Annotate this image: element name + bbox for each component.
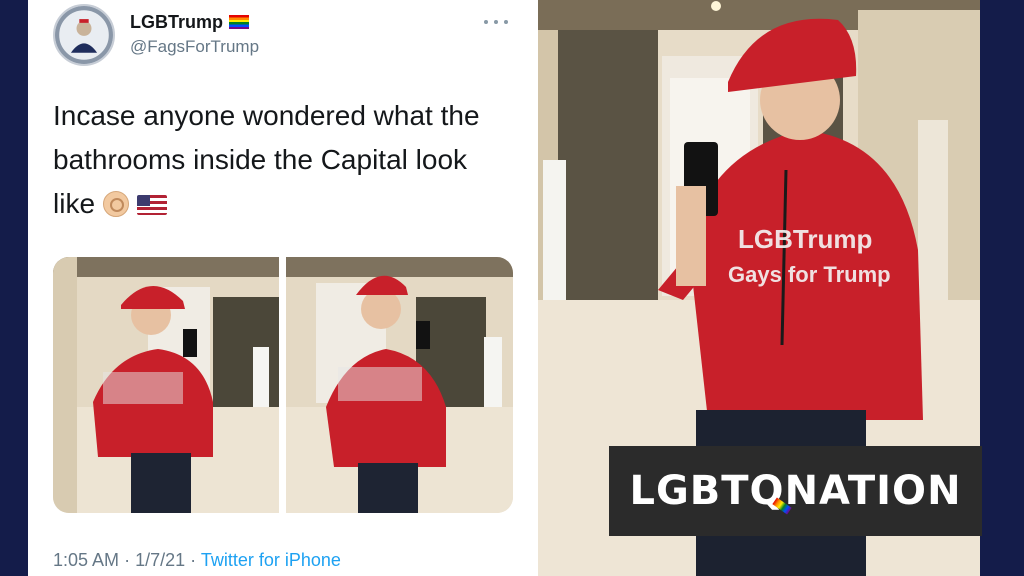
avatar-image (55, 6, 113, 64)
logo-text-nation: NATION (784, 468, 962, 514)
photo-bathroom-selfie (53, 257, 279, 513)
photo-bathroom-selfie (286, 257, 513, 513)
more-horizontal-icon[interactable] (484, 18, 508, 26)
tweet-card: LGBTrump @FagsForTrump Incase anyone won… (28, 0, 538, 576)
separator-dot: · (190, 550, 197, 570)
lgbtq-nation-logo: LGBTQNATION (609, 446, 982, 536)
display-name-text: LGBTrump (130, 12, 223, 32)
display-name[interactable]: LGBTrump (130, 12, 249, 33)
tweet-text-line-last: like (53, 182, 523, 226)
avatar[interactable] (53, 4, 115, 66)
user-handle[interactable]: @FagsForTrump (130, 37, 259, 57)
us-flag-emoji-icon (137, 195, 168, 215)
tweet-date[interactable]: 1/7/21 (135, 550, 185, 570)
logo-q-rainbow: Q (749, 468, 785, 514)
tweet-footer: 1:05 AM · 1/7/21 · Twitter for iPhone (53, 550, 341, 571)
tweet-time[interactable]: 1:05 AM (53, 550, 119, 570)
tweet-text-line: bathrooms inside the Capital look (53, 144, 468, 175)
logo-text: LGBTQNATION (629, 468, 961, 514)
hoodie-text-line1: LGBTrump (738, 224, 872, 254)
tweet-text-line: Incase anyone wondered what the (53, 100, 480, 131)
tweet-source-link[interactable]: Twitter for iPhone (201, 550, 341, 570)
tweet-text-word: like (53, 188, 96, 219)
separator-dot: · (124, 550, 131, 570)
ok-hand-emoji-icon (103, 191, 130, 217)
rainbow-flag-icon (229, 15, 249, 29)
tweet-text: Incase anyone wondered what the bathroom… (53, 94, 523, 226)
logo-text-lgbt: LGBT (629, 468, 750, 514)
hoodie-text-line2: Gays for Trump (728, 262, 891, 287)
tweet-photo-2[interactable] (286, 257, 513, 513)
tweet-photo-1[interactable] (53, 257, 279, 513)
